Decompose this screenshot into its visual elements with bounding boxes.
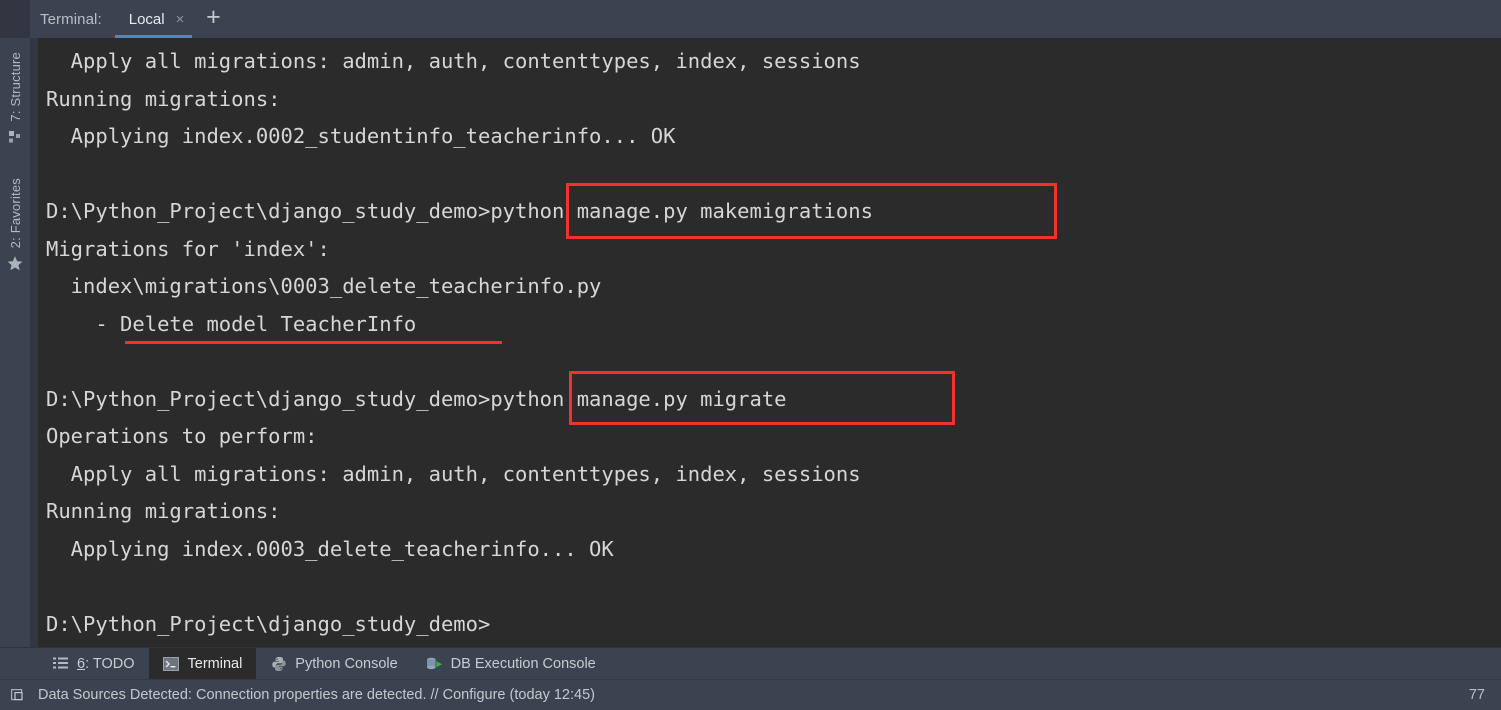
- status-right-value: 77: [1468, 687, 1485, 703]
- terminal-tab-local[interactable]: Local ×: [111, 0, 197, 38]
- tool-window-bar: 6: TODO Terminal Python Console DB Execu…: [0, 647, 1501, 679]
- terminal-panel-label: Terminal:: [40, 10, 102, 28]
- tool-tab-terminal-label: Terminal: [187, 655, 243, 672]
- tool-tab-python-console-label: Python Console: [295, 655, 398, 672]
- sidebar-item-structure[interactable]: 7: Structure: [0, 52, 30, 145]
- todo-list-icon: [52, 655, 69, 672]
- sidebar-item-favorites[interactable]: 2: Favorites: [0, 178, 30, 271]
- tool-tab-db-execution-console[interactable]: DB Execution Console: [412, 648, 610, 679]
- structure-icon: [7, 129, 23, 145]
- left-tool-strip: 7: Structure 2: Favorites: [0, 38, 30, 647]
- terminal-line: D:\Python_Project\django_study_demo>pyth…: [46, 386, 787, 411]
- terminal-body: 7: Structure 2: Favorites Apply all migr…: [0, 38, 1501, 647]
- tab-bar-left-gutter: [0, 0, 30, 38]
- pycharm-terminal-window: Terminal: Local × + 7: Structure 2: Favo…: [0, 0, 1501, 710]
- terminal-line: Applying index.0003_delete_teacherinfo..…: [46, 536, 614, 561]
- terminal-output[interactable]: Apply all migrations: admin, auth, conte…: [38, 38, 1501, 647]
- terminal-line: Applying index.0002_studentinfo_teacheri…: [46, 124, 676, 148]
- terminal-line: index\migrations\0003_delete_teacherinfo…: [46, 274, 602, 298]
- tool-bar-left-gutter: [0, 648, 38, 679]
- add-tab-icon[interactable]: +: [196, 0, 230, 38]
- database-run-icon: [426, 655, 443, 672]
- terminal-prompt-icon: [163, 655, 180, 672]
- terminal-tab-local-label: Local: [128, 10, 165, 28]
- sidebar-item-structure-label: 7: Structure: [7, 52, 23, 122]
- terminal-tab-bar: Terminal: Local × +: [0, 0, 1501, 38]
- terminal-line: - Delete model TeacherInfo: [46, 311, 417, 336]
- status-bar: Data Sources Detected: Connection proper…: [0, 679, 1501, 710]
- terminal-line: D:\Python_Project\django_study_demo>: [46, 611, 491, 636]
- terminal-line: Operations to perform:: [46, 424, 318, 448]
- star-icon: [7, 255, 23, 271]
- terminal-line: Apply all migrations: admin, auth, conte…: [46, 49, 861, 73]
- python-icon: [270, 655, 287, 672]
- terminal-line: D:\Python_Project\django_study_demo>pyth…: [46, 199, 873, 223]
- tool-tab-terminal[interactable]: Terminal: [148, 648, 257, 679]
- terminal-scroll-gutter[interactable]: [30, 38, 38, 647]
- tool-tab-db-execution-console-label: DB Execution Console: [450, 655, 596, 672]
- annotation-underline: [125, 341, 502, 344]
- sidebar-item-favorites-label: 2: Favorites: [7, 178, 23, 249]
- terminal-line: Running migrations:: [46, 86, 281, 111]
- terminal-line: Running migrations:: [46, 499, 281, 523]
- tool-tab-todo[interactable]: 6: TODO: [38, 648, 149, 679]
- terminal-line: Apply all migrations: admin, auth, conte…: [46, 461, 861, 486]
- close-icon[interactable]: ×: [176, 12, 185, 27]
- terminal-line: Migrations for 'index':: [46, 236, 330, 261]
- tool-tab-todo-label: 6: TODO: [77, 655, 135, 672]
- status-message[interactable]: Data Sources Detected: Connection proper…: [38, 687, 1469, 703]
- tool-tab-python-console[interactable]: Python Console: [256, 648, 411, 679]
- window-icon: [10, 686, 28, 704]
